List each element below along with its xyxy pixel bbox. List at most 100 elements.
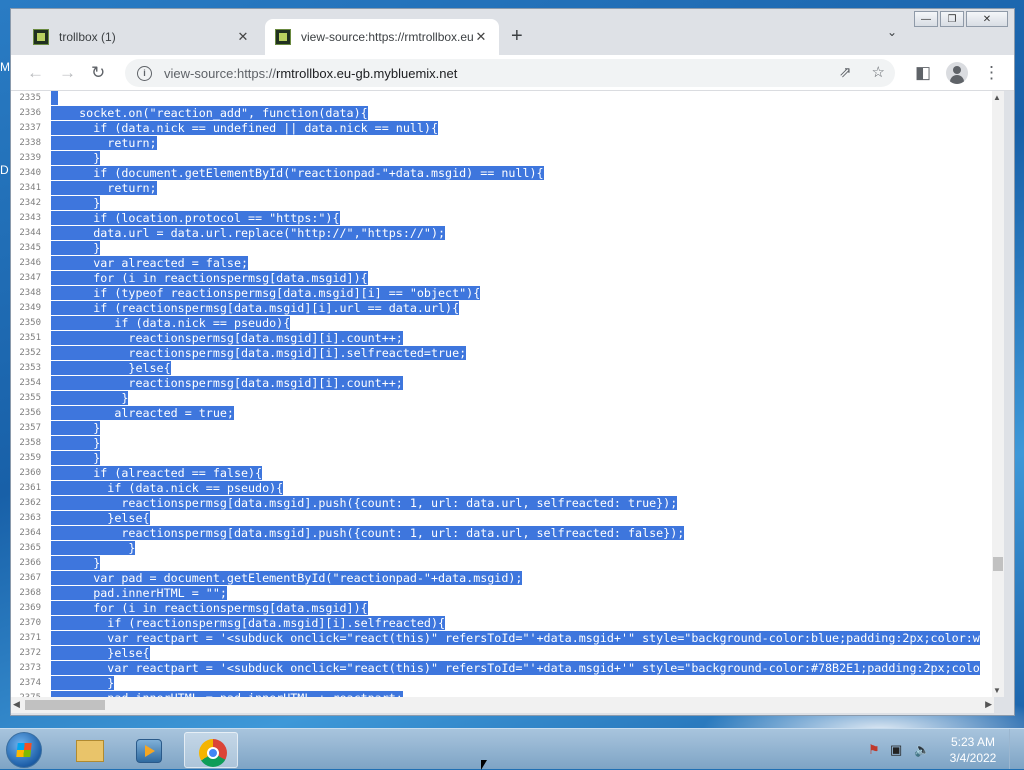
scroll-left-arrow-icon[interactable]: ◀ [13, 699, 20, 710]
line-number[interactable]: 2365 [11, 541, 41, 556]
source-line[interactable]: 2358 } [11, 436, 994, 451]
line-number[interactable]: 2360 [11, 466, 41, 481]
horizontal-scrollbar[interactable]: ◀ ▶ [11, 697, 994, 713]
line-number[interactable]: 2358 [11, 436, 41, 451]
line-number[interactable]: 2361 [11, 481, 41, 496]
source-line[interactable]: 2340 if (document.getElementById("reacti… [11, 166, 994, 181]
line-number[interactable]: 2374 [11, 676, 41, 691]
scroll-right-arrow-icon[interactable]: ▶ [985, 699, 992, 710]
source-line[interactable]: 2366 } [11, 556, 994, 571]
line-number[interactable]: 2341 [11, 181, 41, 196]
source-line[interactable]: 2350 if (data.nick == pseudo){ [11, 316, 994, 331]
system-clock[interactable]: 5:23 AM 3/4/2022 [940, 734, 1006, 766]
taskbar-explorer[interactable] [62, 732, 116, 768]
line-number[interactable]: 2371 [11, 631, 41, 646]
source-line[interactable]: 2344 data.url = data.url.replace("http:/… [11, 226, 994, 241]
line-number[interactable]: 2350 [11, 316, 41, 331]
scroll-down-arrow-icon[interactable]: ▼ [993, 686, 1001, 695]
source-line[interactable]: 2342 } [11, 196, 994, 211]
line-number[interactable]: 2349 [11, 301, 41, 316]
line-number[interactable]: 2367 [11, 571, 41, 586]
line-number[interactable]: 2348 [11, 286, 41, 301]
source-line[interactable]: 2355 } [11, 391, 994, 406]
source-line[interactable]: 2347 for (i in reactionspermsg[data.msgi… [11, 271, 994, 286]
line-number[interactable]: 2370 [11, 616, 41, 631]
source-line[interactable]: 2352 reactionspermsg[data.msgid][i].self… [11, 346, 994, 361]
source-line[interactable]: 2372 }else{ [11, 646, 994, 661]
line-number[interactable]: 2336 [11, 106, 41, 121]
source-line[interactable]: 2365 } [11, 541, 994, 556]
source-line[interactable]: 2356 alreacted = true; [11, 406, 994, 421]
start-button-windows-icon[interactable] [6, 732, 42, 768]
source-line[interactable]: 2364 reactionspermsg[data.msgid].push({c… [11, 526, 994, 541]
line-number[interactable]: 2335 [11, 91, 41, 106]
forward-arrow-icon[interactable]: → [59, 63, 76, 83]
source-line[interactable]: 2346 var alreacted = false; [11, 256, 994, 271]
source-line[interactable]: 2361 if (data.nick == pseudo){ [11, 481, 994, 496]
address-bar[interactable]: i view-source:https://rmtrollbox.eu-gb.m… [125, 59, 895, 87]
share-icon[interactable]: ⇗ [839, 63, 852, 81]
line-number[interactable]: 2343 [11, 211, 41, 226]
source-line[interactable]: 2373 var reactpart = '<subduck onclick="… [11, 661, 994, 676]
view-source-content[interactable]: 2335 2336 socket.on("reaction_add", func… [11, 91, 994, 697]
line-number[interactable]: 2373 [11, 661, 41, 676]
line-number[interactable]: 2368 [11, 586, 41, 601]
tab-close-icon[interactable]: ✕ [473, 29, 489, 45]
url-text[interactable]: view-source:https://rmtrollbox.eu-gb.myb… [164, 66, 457, 81]
scroll-up-arrow-icon[interactable]: ▲ [993, 93, 1001, 102]
desktop-icon-label-m[interactable]: M [0, 60, 10, 74]
line-number[interactable]: 2355 [11, 391, 41, 406]
source-line[interactable]: 2339 } [11, 151, 994, 166]
profile-avatar-icon[interactable] [946, 62, 968, 84]
source-line[interactable]: 2349 if (reactionspermsg[data.msgid][i].… [11, 301, 994, 316]
source-line[interactable]: 2367 var pad = document.getElementById("… [11, 571, 994, 586]
site-info-icon[interactable]: i [137, 65, 152, 81]
source-code-listing[interactable]: 2335 2336 socket.on("reaction_add", func… [11, 91, 994, 697]
source-line[interactable]: 2348 if (typeof reactionspermsg[data.msg… [11, 286, 994, 301]
source-line[interactable]: 2336 socket.on("reaction_add", function(… [11, 106, 994, 121]
desktop-icon-label-d[interactable]: D [0, 163, 9, 177]
source-line[interactable]: 2338 return; [11, 136, 994, 151]
source-line[interactable]: 2370 if (reactionspermsg[data.msgid][i].… [11, 616, 994, 631]
line-number[interactable]: 2346 [11, 256, 41, 271]
source-line[interactable]: 2341 return; [11, 181, 994, 196]
tab-close-icon[interactable]: ✕ [235, 29, 251, 45]
tab-view-source[interactable]: view-source:https://rmtrollbox.eu ✕ [265, 19, 499, 55]
menu-kebab-icon[interactable]: ⋮ [983, 63, 1000, 83]
new-tab-button[interactable]: + [511, 25, 523, 48]
source-line[interactable]: 2351 reactionspermsg[data.msgid][i].coun… [11, 331, 994, 346]
line-number[interactable]: 2339 [11, 151, 41, 166]
source-line[interactable]: 2353 }else{ [11, 361, 994, 376]
line-number[interactable]: 2338 [11, 136, 41, 151]
line-number[interactable]: 2345 [11, 241, 41, 256]
tab-search-chevron-icon[interactable]: ⌄ [887, 25, 897, 39]
line-number[interactable]: 2362 [11, 496, 41, 511]
action-center-flag-icon[interactable]: ⚑ [868, 742, 880, 758]
minimize-button[interactable]: — [914, 11, 938, 27]
source-line[interactable]: 2360 if (alreacted == false){ [11, 466, 994, 481]
horizontal-scroll-thumb[interactable] [25, 700, 105, 710]
line-number[interactable]: 2337 [11, 121, 41, 136]
taskbar-chrome[interactable] [184, 732, 238, 768]
source-line[interactable]: 2337 if (data.nick == undefined || data.… [11, 121, 994, 136]
source-line[interactable]: 2335 [11, 91, 994, 106]
maximize-button[interactable]: ❐ [940, 11, 964, 27]
side-panel-icon[interactable]: ◧ [915, 63, 931, 83]
line-number[interactable]: 2372 [11, 646, 41, 661]
source-line[interactable]: 2345 } [11, 241, 994, 256]
show-desktop-button[interactable] [1009, 729, 1024, 769]
line-number[interactable]: 2352 [11, 346, 41, 361]
line-number[interactable]: 2369 [11, 601, 41, 616]
line-number[interactable]: 2366 [11, 556, 41, 571]
source-line[interactable]: 2343 if (location.protocol == "https:"){ [11, 211, 994, 226]
line-number[interactable]: 2356 [11, 406, 41, 421]
line-number[interactable]: 2347 [11, 271, 41, 286]
line-number[interactable]: 2353 [11, 361, 41, 376]
volume-icon[interactable]: 🔈 [914, 742, 930, 758]
source-line[interactable]: 2369 for (i in reactionspermsg[data.msgi… [11, 601, 994, 616]
source-line[interactable]: 2374 } [11, 676, 994, 691]
taskbar-media-player[interactable] [122, 732, 176, 768]
source-line[interactable]: 2359 } [11, 451, 994, 466]
source-line[interactable]: 2363 }else{ [11, 511, 994, 526]
line-number[interactable]: 2354 [11, 376, 41, 391]
